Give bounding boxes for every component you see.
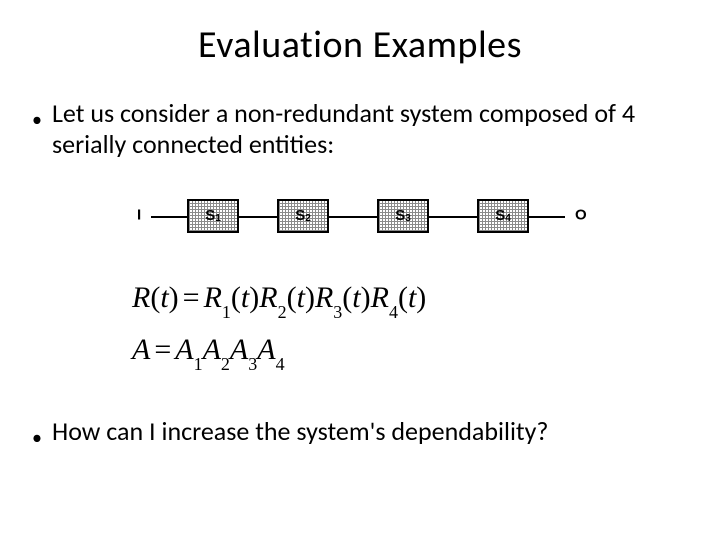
block-s3-sub: 3 xyxy=(405,213,411,225)
block-s2-base: S xyxy=(295,207,305,225)
bullet-2-text: How can I increase the system's dependab… xyxy=(52,416,548,451)
wire xyxy=(529,216,565,218)
equation-availability: A=A1A2A3A4 xyxy=(132,324,688,376)
bullet-icon xyxy=(32,98,52,160)
block-s2-sub: 2 xyxy=(305,213,311,225)
wire xyxy=(151,216,187,218)
equations: R(t)=R1(t)R2(t)R3(t)R4(t) A=A1A2A3A4 xyxy=(32,272,688,375)
block-s4: S4 xyxy=(477,199,529,233)
wire xyxy=(429,216,477,218)
wire xyxy=(329,216,377,218)
serial-system-diagram: I S1 S2 S3 S4 O xyxy=(137,188,688,244)
block-s3: S3 xyxy=(377,199,429,233)
block-s1-sub: 1 xyxy=(215,213,221,225)
slide-body: Let us consider a non-redundant system c… xyxy=(0,68,720,451)
block-s1: S1 xyxy=(187,199,239,233)
bullet-1: Let us consider a non-redundant system c… xyxy=(32,98,688,160)
bullet-2: How can I increase the system's dependab… xyxy=(32,416,688,451)
slide: Evaluation Examples Let us consider a no… xyxy=(0,0,720,540)
block-s1-base: S xyxy=(205,207,215,225)
block-s3-base: S xyxy=(395,207,405,225)
wire xyxy=(239,216,277,218)
output-label: O xyxy=(575,207,587,225)
equation-reliability: R(t)=R1(t)R2(t)R3(t)R4(t) xyxy=(132,272,688,324)
slide-title: Evaluation Examples xyxy=(0,0,720,68)
block-s4-sub: 4 xyxy=(505,213,511,225)
input-label: I xyxy=(137,207,141,225)
block-s4-base: S xyxy=(495,207,505,225)
bullet-1-text: Let us consider a non-redundant system c… xyxy=(52,98,688,160)
bullet-icon xyxy=(32,416,52,451)
block-s2: S2 xyxy=(277,199,329,233)
